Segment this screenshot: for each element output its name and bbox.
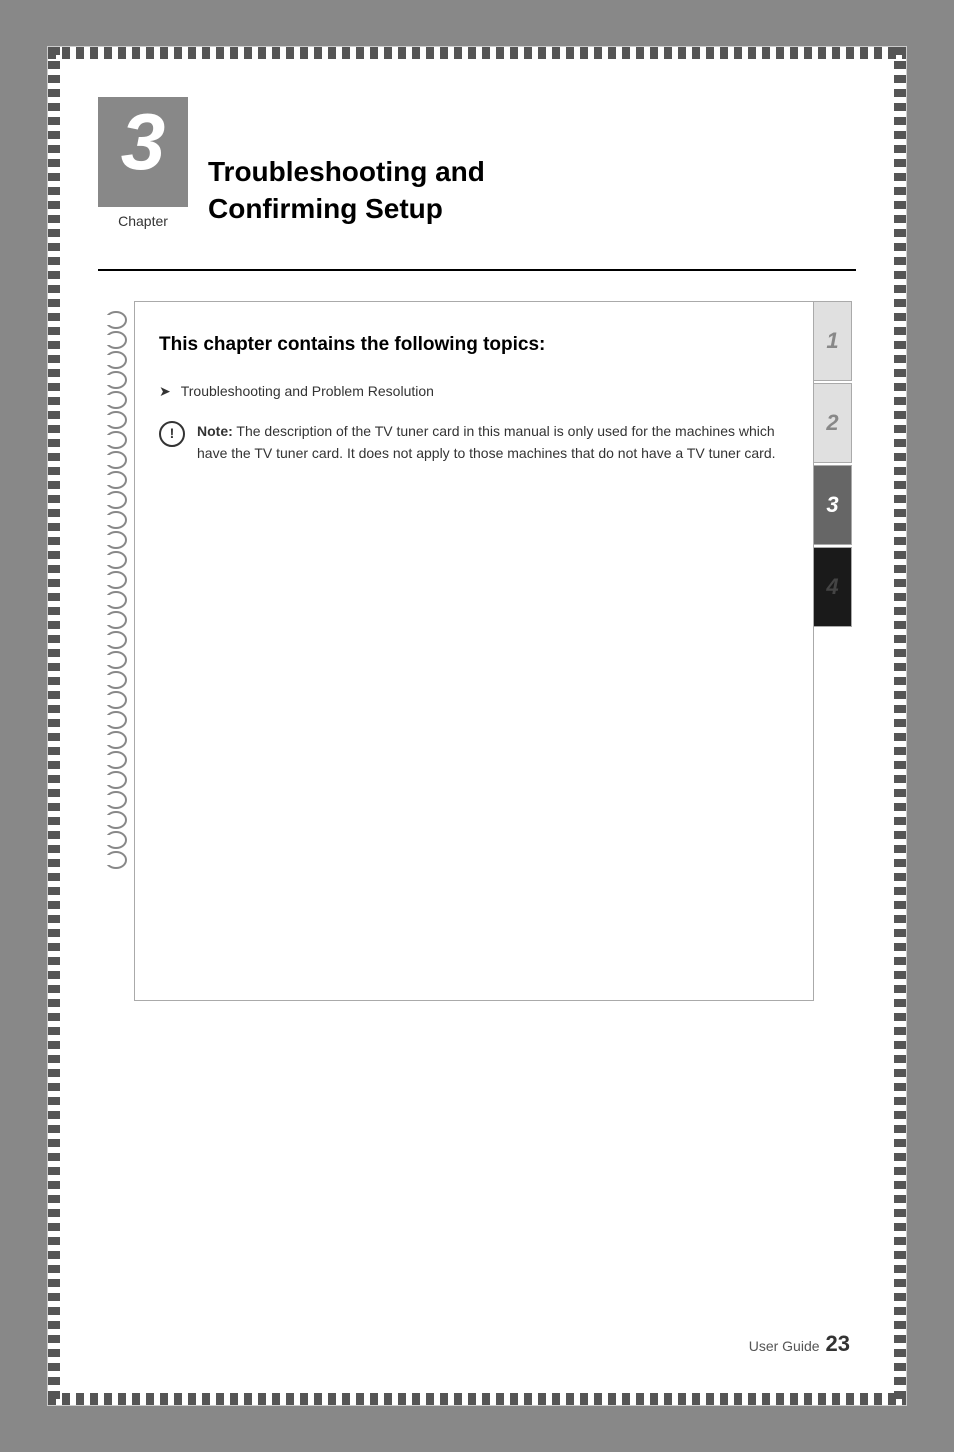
- ring: [105, 591, 127, 609]
- toc-item-text: Troubleshooting and Problem Resolution: [181, 383, 434, 399]
- ring: [105, 511, 127, 529]
- chapter-divider: [98, 269, 856, 271]
- chapter-header: 3 Chapter Troubleshooting and Confirming…: [68, 67, 886, 233]
- toc-arrow-icon: ➤: [159, 383, 171, 400]
- ring: [105, 651, 127, 669]
- ring: [105, 331, 127, 349]
- dashed-border-bottom: [48, 1393, 906, 1405]
- dashed-border-left: [48, 47, 60, 1405]
- note-icon: !: [159, 421, 185, 447]
- ring: [105, 471, 127, 489]
- chapter-title: Troubleshooting and Confirming Setup: [208, 154, 485, 233]
- ring: [105, 831, 127, 849]
- chapter-number-box: 3: [98, 97, 188, 207]
- tab-2[interactable]: 2: [814, 383, 852, 463]
- ring: [105, 451, 127, 469]
- ring: [105, 571, 127, 589]
- footer-page-number: 23: [826, 1331, 850, 1357]
- ring: [105, 611, 127, 629]
- ring: [105, 771, 127, 789]
- ring: [105, 431, 127, 449]
- ring: [105, 851, 127, 869]
- ring: [105, 551, 127, 569]
- notebook-card: This chapter contains the following topi…: [134, 301, 814, 1001]
- toc-heading: This chapter contains the following topi…: [159, 332, 793, 359]
- note-block: ! Note: The description of the TV tuner …: [159, 420, 793, 465]
- ring: [105, 491, 127, 509]
- page: 3 Chapter Troubleshooting and Confirming…: [47, 46, 907, 1406]
- ring: [105, 631, 127, 649]
- ring: [105, 731, 127, 749]
- dashed-border-right: [894, 47, 906, 1405]
- main-area: This chapter contains the following topi…: [98, 301, 856, 1001]
- ring: [105, 531, 127, 549]
- ring: [105, 691, 127, 709]
- toc-item: ➤ Troubleshooting and Problem Resolution: [159, 383, 793, 400]
- dashed-border-top: [48, 47, 906, 59]
- ring: [105, 391, 127, 409]
- note-body: The description of the TV tuner card in …: [197, 423, 776, 461]
- note-label: Note:: [197, 423, 233, 439]
- inner-content: 3 Chapter Troubleshooting and Confirming…: [68, 67, 886, 1385]
- ring: [105, 711, 127, 729]
- tab-4[interactable]: 4: [814, 547, 852, 627]
- ring: [105, 371, 127, 389]
- note-text: Note: The description of the TV tuner ca…: [197, 420, 793, 465]
- ring: [105, 671, 127, 689]
- ring: [105, 311, 127, 329]
- tabs-column: 1 2 3 4: [814, 301, 856, 1001]
- tab-1[interactable]: 1: [814, 301, 852, 381]
- chapter-label: Chapter: [98, 213, 188, 229]
- ring: [105, 791, 127, 809]
- footer: User Guide 23: [749, 1331, 850, 1357]
- tab-3[interactable]: 3: [814, 465, 852, 545]
- ring: [105, 411, 127, 429]
- footer-label: User Guide: [749, 1338, 820, 1354]
- chapter-number: 3: [121, 102, 166, 182]
- rings-column: [98, 301, 134, 1001]
- ring: [105, 811, 127, 829]
- ring: [105, 351, 127, 369]
- ring: [105, 751, 127, 769]
